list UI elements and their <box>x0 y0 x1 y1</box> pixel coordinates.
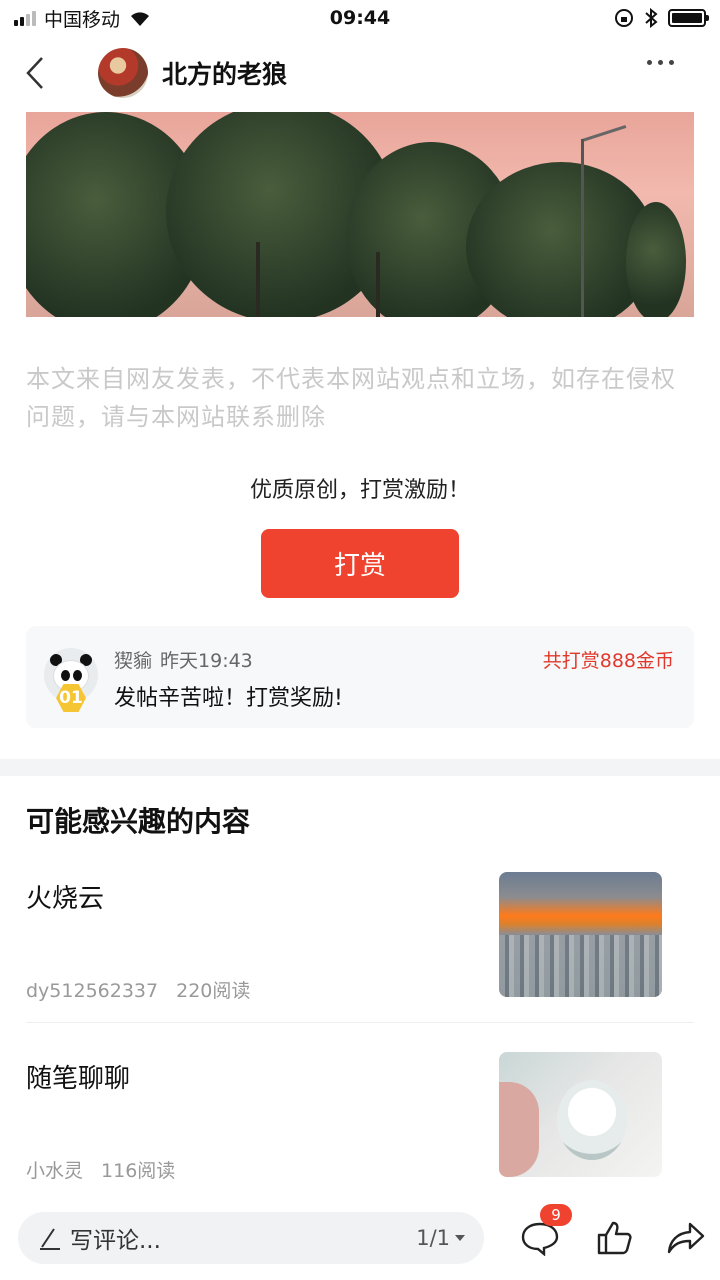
signal-icon <box>14 10 36 26</box>
status-time: 09:44 <box>329 7 391 29</box>
back-button[interactable] <box>0 40 70 106</box>
lock-rotation-icon <box>615 9 633 27</box>
share-icon <box>667 1222 705 1254</box>
page-number: 1/1 <box>416 1226 450 1250</box>
nav-bar: 北方的老狼 <box>0 40 720 106</box>
comment-input[interactable]: 写评论... 1/1 <box>18 1212 484 1264</box>
like-button[interactable] <box>592 1216 636 1260</box>
reward-record-card: 01 猰貐 昨天19:43 共打赏888金币 发帖辛苦啦！打赏奖励! <box>26 626 694 728</box>
author-avatar[interactable] <box>98 48 148 98</box>
author-name[interactable]: 北方的老狼 <box>162 55 287 91</box>
rewarder-name[interactable]: 猰貐 <box>114 650 152 672</box>
recommend-section-title: 可能感兴趣的内容 <box>26 805 251 838</box>
recommend-item-meta: 小水灵 116阅读 <box>26 1156 175 1183</box>
reward-button[interactable]: 打赏 <box>261 529 459 598</box>
list-item[interactable]: 随笔聊聊 小水灵 116阅读 <box>26 1052 694 1208</box>
battery-icon <box>668 9 709 27</box>
chevron-down-icon <box>455 1235 465 1241</box>
reward-message: 发帖辛苦啦！打赏奖励! <box>114 686 343 711</box>
recommend-item-author: 小水灵 <box>26 1160 84 1182</box>
list-divider <box>26 1022 694 1023</box>
page-indicator[interactable]: 1/1 <box>416 1226 466 1250</box>
article-image <box>26 112 694 317</box>
recommend-item-reads: 220阅读 <box>176 980 251 1002</box>
bottom-bar: 写评论... 1/1 9 <box>0 1196 720 1280</box>
comment-button[interactable]: 9 <box>518 1204 572 1260</box>
reward-total[interactable]: 共打赏888金币 <box>543 646 674 673</box>
back-icon <box>26 57 43 89</box>
comment-placeholder: 写评论... <box>70 1228 161 1254</box>
recommend-item-title: 火烧云 <box>26 884 105 914</box>
status-bar: 中国移动 09:44 <box>0 0 720 36</box>
more-icon[interactable] <box>647 60 674 65</box>
reward-time: 昨天19:43 <box>160 650 253 672</box>
comment-count-badge: 9 <box>540 1204 572 1226</box>
list-item[interactable]: 火烧云 dy512562337 220阅读 <box>26 872 694 1028</box>
carrier-label: 中国移动 <box>44 8 121 31</box>
disclaimer-text: 本文来自网友发表，不代表本网站观点和立场，如存在侵权问题，请与本网站联系删除 <box>26 365 676 431</box>
section-divider <box>0 759 720 776</box>
recommend-item-thumbnail <box>499 1052 662 1177</box>
wifi-icon <box>131 12 150 26</box>
recommend-item-thumbnail <box>499 872 662 997</box>
bluetooth-icon <box>645 8 658 28</box>
rewarder-info: 猰貐 昨天19:43 <box>114 646 253 673</box>
recommend-item-reads: 116阅读 <box>101 1160 176 1182</box>
like-icon <box>597 1221 632 1255</box>
reward-tip: 优质原创，打赏激励！ <box>249 478 470 503</box>
recommend-item-author: dy512562337 <box>26 980 159 1002</box>
status-left: 中国移动 <box>14 5 254 32</box>
recommend-item-meta: dy512562337 220阅读 <box>26 976 250 1003</box>
pencil-icon <box>40 1228 60 1250</box>
status-right <box>466 8 709 28</box>
recommend-item-title: 随笔聊聊 <box>26 1064 131 1094</box>
share-button[interactable] <box>664 1216 708 1260</box>
